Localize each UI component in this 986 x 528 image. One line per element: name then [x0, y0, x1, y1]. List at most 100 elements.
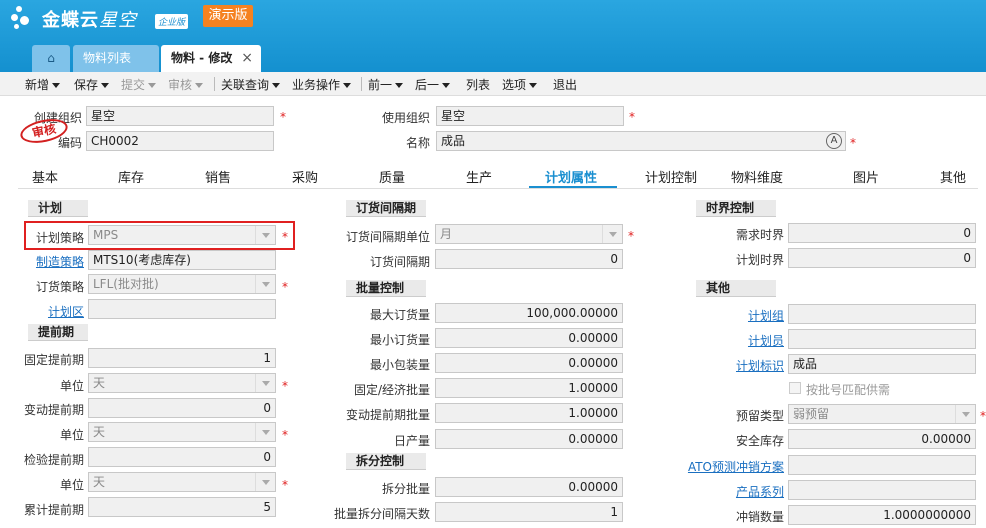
planner-link[interactable]: 计划员 [680, 332, 784, 349]
tab-quality[interactable]: 质量 [379, 167, 405, 186]
demand-horizon-field[interactable]: 0 [788, 223, 976, 243]
chevron-down-icon [255, 473, 275, 491]
toolbar: 新增 保存 提交 审核 关联查询 业务操作 前一 后一 列表 选项 退出 [0, 72, 986, 96]
logo-icon [10, 4, 40, 34]
section-batch-control: 批量控制 [346, 280, 426, 297]
chevron-down-icon [602, 225, 622, 243]
tab-material-list[interactable]: 物料列表 [73, 45, 159, 72]
variable-lead-field[interactable]: 0 [88, 398, 276, 418]
tab-purchase[interactable]: 采购 [292, 167, 318, 186]
plan-zone-link[interactable]: 计划区 [20, 303, 84, 320]
plan-group-link[interactable]: 计划组 [680, 307, 784, 324]
interval-period-field[interactable]: 0 [435, 249, 623, 269]
lot-match-label: 按批号匹配供需 [806, 383, 891, 397]
product-series-field[interactable] [788, 480, 976, 500]
business-ops-button[interactable]: 业务操作 [292, 76, 352, 93]
economic-batch-field[interactable]: 1.00000 [435, 378, 623, 398]
tab-plan-control[interactable]: 计划控制 [645, 167, 697, 186]
plan-horizon-field[interactable]: 0 [788, 248, 976, 268]
chevron-down-icon [255, 374, 275, 392]
unit-value: 天 [93, 425, 106, 439]
required-mark: * [629, 110, 635, 124]
split-days-field[interactable]: 1 [435, 502, 623, 522]
plan-mark-link[interactable]: 计划标识 [680, 357, 784, 374]
next-button[interactable]: 后一 [415, 76, 451, 93]
ato-plan-link[interactable]: ATO预测冲销方案 [670, 458, 784, 475]
variable-lead-batch-field[interactable]: 1.00000 [435, 403, 623, 423]
tab-production[interactable]: 生产 [466, 167, 492, 186]
planner-field[interactable] [788, 329, 976, 349]
offset-qty-label: 冲销数量 [735, 510, 784, 524]
safety-stock-field[interactable]: 0.00000 [788, 429, 976, 449]
mfg-strategy-link[interactable]: 制造策略 [20, 253, 84, 270]
multilang-icon[interactable]: A [826, 133, 842, 149]
exit-button[interactable]: 退出 [553, 76, 577, 93]
use-org-label: 使用组织 [381, 111, 430, 125]
toolbar-divider [214, 77, 215, 91]
submit-button[interactable]: 提交 [121, 76, 157, 93]
required-mark: * [282, 379, 288, 393]
active-tab-indicator [529, 186, 617, 188]
home-tab[interactable]: ⌂ [32, 45, 70, 72]
demo-badge[interactable]: 演示版 [203, 5, 253, 27]
previous-button[interactable]: 前一 [368, 76, 404, 93]
order-strategy-label: 订货策略 [35, 280, 84, 294]
tab-images[interactable]: 图片 [853, 167, 879, 186]
interval-unit-value: 月 [440, 227, 453, 241]
split-qty-field[interactable]: 0.00000 [435, 477, 623, 497]
interval-unit-select[interactable]: 月 [435, 224, 623, 244]
cumulative-lead-field[interactable]: 5 [88, 497, 276, 517]
ato-plan-field[interactable] [788, 455, 976, 475]
order-strategy-value: LFL(批对批) [93, 277, 159, 291]
tab-plan-attributes[interactable]: 计划属性 [545, 167, 597, 186]
related-query-button[interactable]: 关联查询 [221, 76, 281, 93]
section-lead-time: 提前期 [28, 324, 88, 341]
list-button[interactable]: 列表 [466, 76, 490, 93]
tab-material-edit[interactable]: 物料 - 修改 × [161, 45, 261, 72]
lot-match-checkbox[interactable] [789, 382, 801, 394]
unit-label: 单位 [59, 478, 84, 492]
inspection-lead-field[interactable]: 0 [88, 447, 276, 467]
interval-period-label: 订货间隔期 [369, 255, 430, 269]
required-mark: * [850, 136, 856, 150]
product-series-link[interactable]: 产品系列 [680, 483, 784, 500]
name-value: 成品 [441, 134, 466, 148]
new-button[interactable]: 新增 [25, 76, 61, 93]
name-field[interactable]: 成品 A [436, 131, 846, 151]
tab-sales[interactable]: 销售 [205, 167, 231, 186]
chevron-down-icon [272, 83, 281, 88]
save-button[interactable]: 保存 [74, 76, 110, 93]
reserve-type-select[interactable]: 弱预留 [788, 404, 976, 424]
tab-inventory[interactable]: 库存 [118, 167, 144, 186]
plan-mark-field[interactable]: 成品 [788, 354, 976, 374]
plan-strategy-select[interactable]: MPS [88, 225, 276, 245]
order-strategy-select[interactable]: LFL(批对批) [88, 274, 276, 294]
unit-select-2[interactable]: 天 [88, 422, 276, 442]
code-field[interactable]: CH0002 [86, 131, 274, 151]
chevron-down-icon [148, 83, 157, 88]
tab-other[interactable]: 其他 [940, 167, 966, 186]
safety-stock-label: 安全库存 [735, 434, 784, 448]
chevron-down-icon [255, 275, 275, 293]
create-org-field[interactable]: 星空 [86, 106, 274, 126]
mfg-strategy-field[interactable]: MTS10(考虑库存) [88, 250, 276, 270]
daily-output-field[interactable]: 0.00000 [435, 429, 623, 449]
unit-select-3[interactable]: 天 [88, 472, 276, 492]
fixed-lead-field[interactable]: 1 [88, 348, 276, 368]
min-pack-field[interactable]: 0.00000 [435, 353, 623, 373]
use-org-field[interactable]: 星空 [436, 106, 624, 126]
min-order-field[interactable]: 0.00000 [435, 328, 623, 348]
unit-select-1[interactable]: 天 [88, 373, 276, 393]
audit-button[interactable]: 审核 [168, 76, 204, 93]
close-icon[interactable]: × [241, 45, 253, 72]
plan-zone-field[interactable] [88, 299, 276, 319]
options-button[interactable]: 选项 [502, 76, 538, 93]
plan-group-field[interactable] [788, 304, 976, 324]
section-order-interval: 订货间隔期 [346, 200, 426, 217]
tab-material-dimension[interactable]: 物料维度 [731, 167, 783, 186]
max-order-label: 最大订货量 [369, 308, 430, 322]
tab-divider [18, 188, 978, 189]
tab-basic[interactable]: 基本 [32, 167, 58, 186]
max-order-field[interactable]: 100,000.00000 [435, 303, 623, 323]
offset-qty-field[interactable]: 1.0000000000 [788, 505, 976, 525]
